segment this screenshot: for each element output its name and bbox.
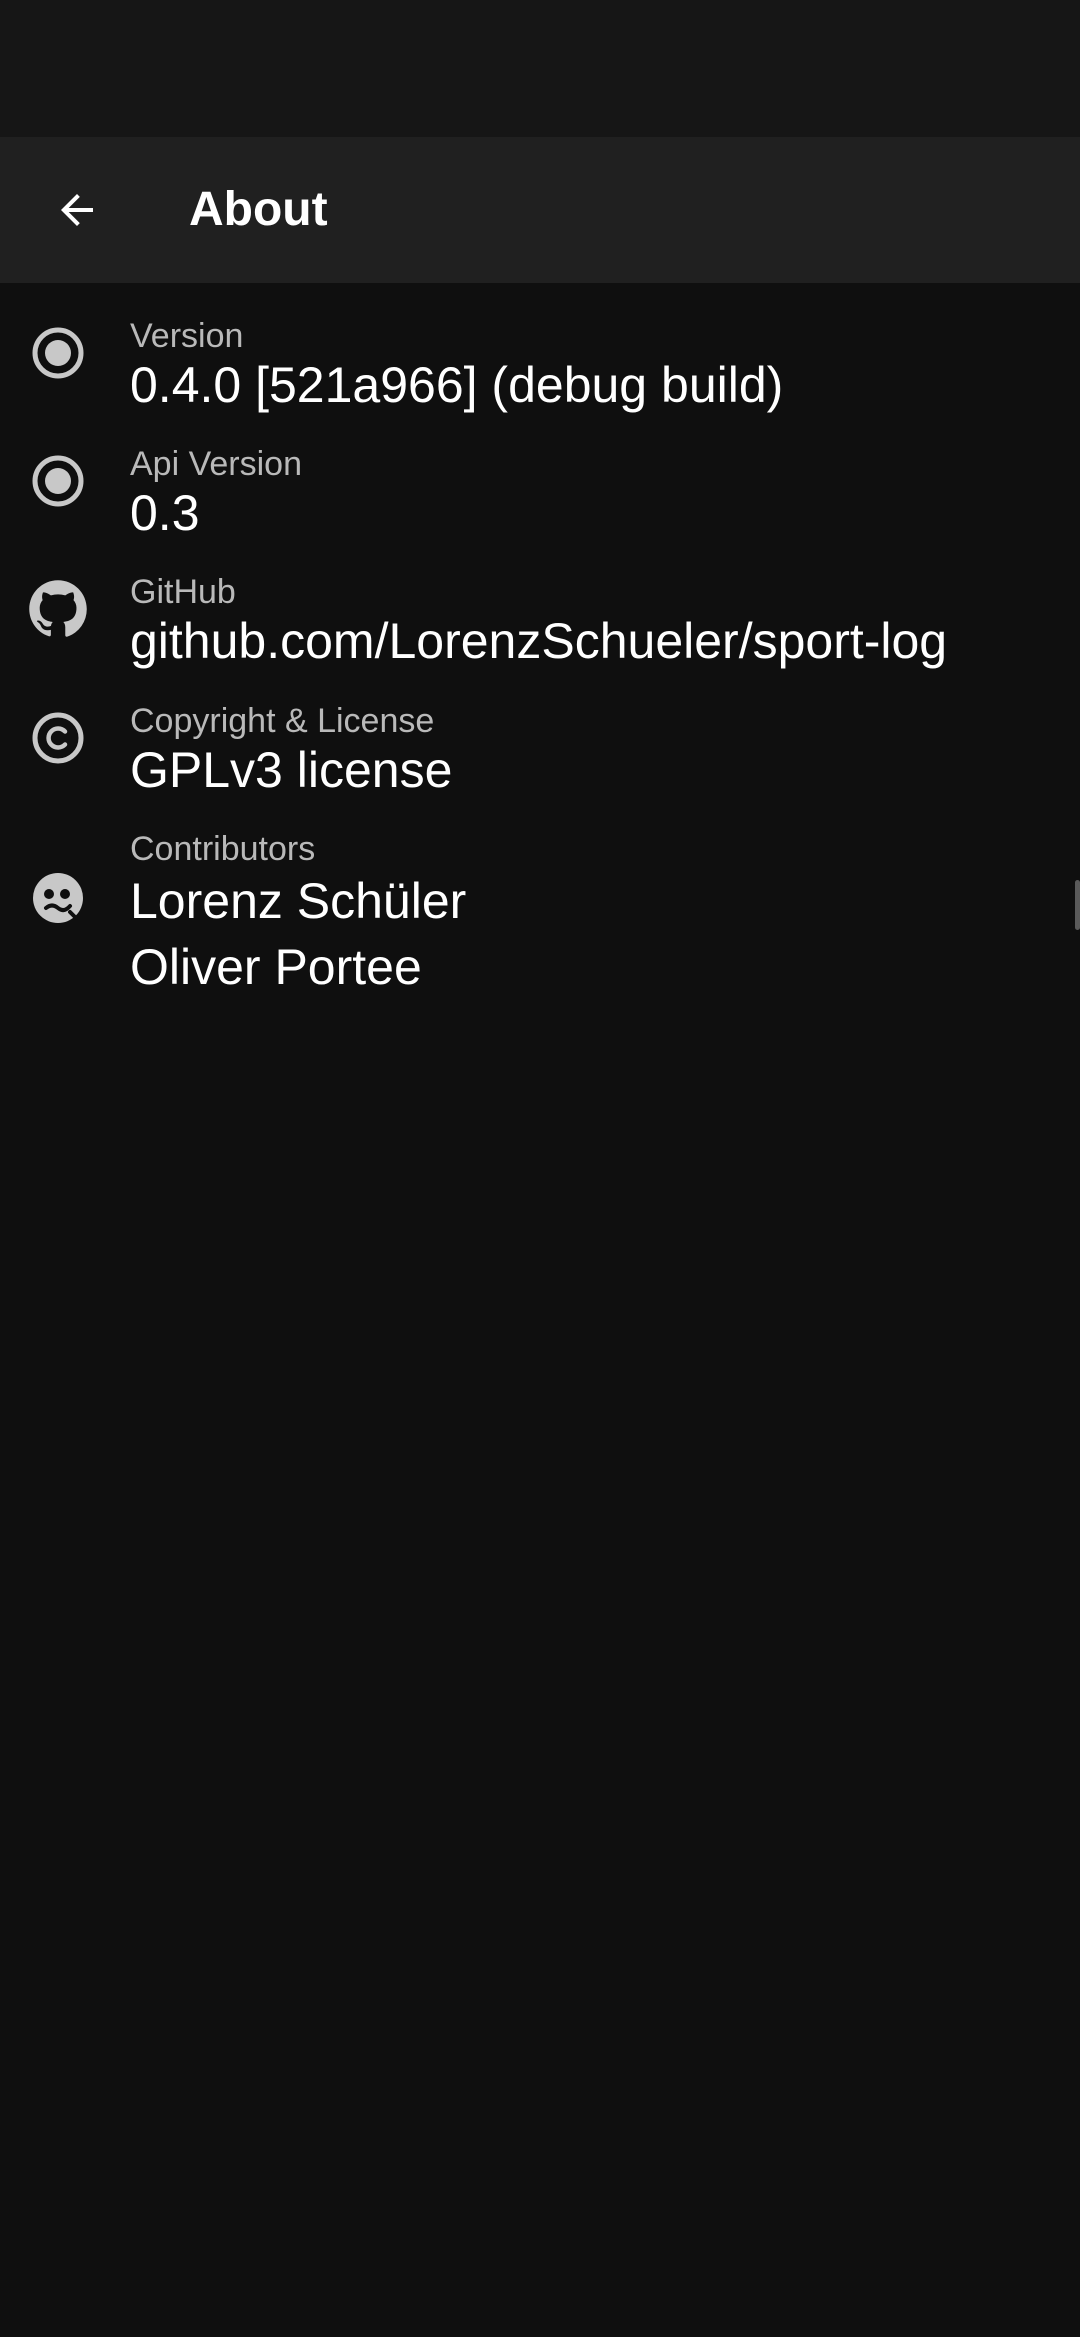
list-item-license[interactable]: Copyright & License GPLv3 license bbox=[0, 668, 1080, 798]
api-version-label: Api Version bbox=[130, 445, 302, 483]
contributor-name: Oliver Portee bbox=[130, 939, 422, 995]
version-label: Version bbox=[130, 317, 244, 355]
github-icon bbox=[28, 579, 88, 639]
contributors-face-icon bbox=[28, 868, 88, 928]
scrollbar[interactable] bbox=[1075, 880, 1080, 930]
list-item-github[interactable]: GitHub github.com/LorenzSchueler/sport-l… bbox=[0, 539, 1080, 671]
list-item-version: Version 0.4.0 [521a966] (debug build) bbox=[0, 283, 1080, 413]
status-bar bbox=[0, 0, 1080, 137]
license-link[interactable]: GPLv3 license bbox=[130, 740, 1070, 800]
list-item-api-version: Api Version 0.3 bbox=[0, 411, 1080, 541]
back-button[interactable] bbox=[44, 177, 110, 243]
license-label: Copyright & License bbox=[130, 702, 435, 740]
list-item-contributors: Contributors Lorenz Schüler Oliver Porte… bbox=[0, 796, 1080, 995]
app-bar: About bbox=[0, 137, 1080, 283]
radio-button-checked-icon bbox=[28, 323, 88, 383]
about-list: Version 0.4.0 [521a966] (debug build) Ap… bbox=[0, 283, 1080, 995]
contributors-label: Contributors bbox=[130, 830, 316, 868]
github-label: GitHub bbox=[130, 573, 236, 611]
api-version-value: 0.3 bbox=[130, 485, 200, 541]
github-link[interactable]: github.com/LorenzSchueler/sport-log bbox=[130, 611, 1070, 671]
radio-button-checked-icon bbox=[28, 451, 88, 511]
version-value: 0.4.0 [521a966] (debug build) bbox=[130, 357, 784, 413]
copyright-icon bbox=[28, 708, 88, 768]
contributor-name: Lorenz Schüler bbox=[130, 873, 467, 929]
arrow-left-icon bbox=[61, 194, 93, 226]
page-title: About bbox=[189, 183, 328, 236]
